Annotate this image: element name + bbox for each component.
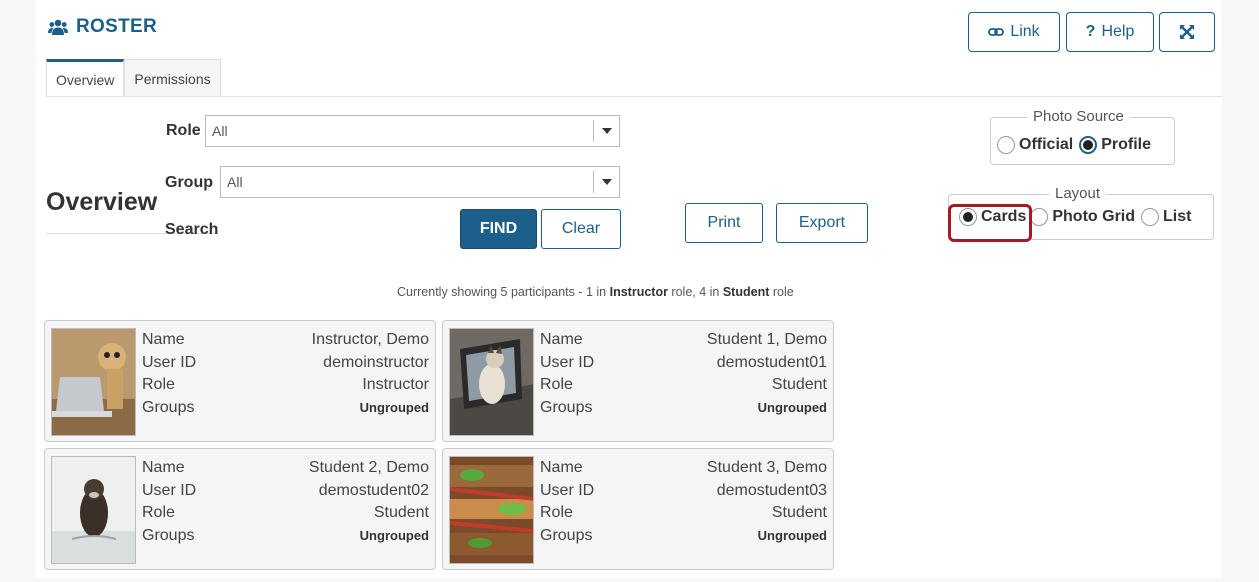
user-id-label: User ID bbox=[540, 353, 595, 371]
groups-label: Groups bbox=[142, 398, 195, 416]
participant-user-id: demostudent01 bbox=[716, 353, 827, 371]
participant-photo bbox=[51, 456, 136, 564]
export-button[interactable]: Export bbox=[776, 203, 868, 243]
help-button-label: Help bbox=[1101, 23, 1135, 40]
search-input[interactable] bbox=[225, 213, 455, 245]
group-select-value: All bbox=[227, 174, 243, 190]
participant-groups: Ungrouped bbox=[757, 527, 827, 543]
roster-tool: ROSTER Link ? Help Overview Permissions … bbox=[36, 0, 1222, 578]
layout-legend: Layout bbox=[1049, 185, 1107, 202]
participant-name: Instructor, Demo bbox=[311, 331, 429, 348]
participant-groups: Ungrouped bbox=[359, 399, 429, 415]
participant-card[interactable]: Name Student 3, Demo User ID demostudent03… bbox=[442, 448, 834, 570]
name-label: Name bbox=[142, 331, 185, 348]
participant-card[interactable]: Name Student 1, Demo User ID demostudent01… bbox=[442, 320, 834, 442]
link-icon bbox=[988, 28, 1005, 36]
groups-label: Groups bbox=[540, 526, 593, 544]
radio-profile-label: Profile bbox=[1101, 136, 1152, 153]
photo-source-options: Official Profile bbox=[997, 136, 1151, 154]
status-prefix: Currently showing 5 participants - 1 in bbox=[397, 285, 610, 299]
radio-list-label: List bbox=[1163, 208, 1192, 225]
participant-user-id: demoinstructor bbox=[323, 353, 429, 371]
role-field-label: Role bbox=[540, 376, 573, 393]
tab-divider bbox=[46, 96, 1222, 97]
user-id-label: User ID bbox=[142, 353, 197, 371]
expand-button[interactable] bbox=[1159, 12, 1215, 52]
group-select[interactable]: All bbox=[220, 166, 620, 198]
page-heading: Overview bbox=[46, 188, 158, 216]
participant-fields: Name Student 3, Demo User ID demostudent03… bbox=[540, 457, 827, 547]
participant-role: Student bbox=[771, 376, 827, 393]
caret-down-icon bbox=[593, 120, 619, 142]
participant-role: Instructor bbox=[362, 376, 429, 393]
users-icon bbox=[48, 19, 68, 35]
tool-title: ROSTER bbox=[48, 16, 157, 38]
role-field-label: Role bbox=[142, 504, 175, 521]
radio-official-label: Official bbox=[1019, 136, 1074, 153]
photo-source-group: Photo Source Official Profile bbox=[990, 108, 1175, 165]
participant-name: Student 2, Demo bbox=[308, 459, 429, 476]
participant-photo bbox=[51, 328, 136, 436]
participants-status: Currently showing 5 participants - 1 in … bbox=[397, 285, 794, 299]
print-button[interactable]: Print bbox=[685, 203, 763, 243]
photo-source-legend: Photo Source bbox=[1027, 108, 1130, 125]
status-role-instructor: Instructor bbox=[609, 285, 668, 299]
user-id-label: User ID bbox=[142, 481, 197, 499]
find-button[interactable]: FIND bbox=[460, 209, 537, 249]
radio-profile[interactable] bbox=[1079, 136, 1098, 154]
clear-button[interactable]: Clear bbox=[541, 209, 621, 249]
role-select[interactable]: All bbox=[205, 115, 620, 147]
role-select-value: All bbox=[212, 123, 228, 139]
participant-groups: Ungrouped bbox=[757, 399, 827, 415]
role-label: Role bbox=[166, 122, 201, 139]
cards-highlight-annotation bbox=[948, 204, 1032, 242]
participant-name: Student 3, Demo bbox=[706, 459, 827, 476]
participant-photo bbox=[449, 328, 534, 436]
participant-photo bbox=[449, 456, 534, 564]
user-id-label: User ID bbox=[540, 481, 595, 499]
groups-label: Groups bbox=[142, 526, 195, 544]
help-button[interactable]: ? Help bbox=[1066, 12, 1154, 52]
radio-official[interactable] bbox=[997, 136, 1015, 154]
status-mid: role, 4 in bbox=[667, 285, 723, 299]
participant-user-id: demostudent02 bbox=[318, 481, 429, 499]
name-label: Name bbox=[142, 459, 185, 476]
tab-bar: Overview Permissions bbox=[46, 59, 221, 97]
role-field-label: Role bbox=[142, 376, 175, 393]
link-button[interactable]: Link bbox=[968, 12, 1060, 52]
tab-permissions[interactable]: Permissions bbox=[124, 59, 221, 97]
participant-groups: Ungrouped bbox=[359, 527, 429, 543]
participant-fields: Name Student 2, Demo User ID demostudent02… bbox=[142, 457, 429, 547]
group-label: Group bbox=[165, 174, 213, 191]
groups-label: Groups bbox=[540, 398, 593, 416]
radio-photo-grid[interactable] bbox=[1030, 208, 1049, 226]
participant-role: Student bbox=[373, 504, 429, 521]
radio-list[interactable] bbox=[1141, 208, 1160, 226]
question-icon: ? bbox=[1085, 23, 1096, 40]
participant-fields: Name Student 1, Demo User ID demostudent01… bbox=[540, 329, 827, 419]
participant-role: Student bbox=[771, 504, 827, 521]
participant-card[interactable]: Name Instructor, Demo User ID demoinstruct… bbox=[44, 320, 436, 442]
status-suffix: role bbox=[769, 285, 794, 299]
participant-card[interactable]: Name Student 2, Demo User ID demostudent02… bbox=[44, 448, 436, 570]
participant-name: Student 1, Demo bbox=[706, 331, 827, 348]
expand-icon bbox=[1180, 25, 1194, 39]
caret-down-icon bbox=[593, 171, 619, 193]
status-role-student: Student bbox=[722, 285, 770, 299]
role-field-label: Role bbox=[540, 504, 573, 521]
name-label: Name bbox=[540, 459, 583, 476]
radio-photo-grid-label: Photo Grid bbox=[1052, 208, 1136, 225]
tool-title-text: ROSTER bbox=[76, 16, 157, 37]
search-label: Search bbox=[165, 221, 219, 238]
tab-overview[interactable]: Overview bbox=[46, 59, 125, 97]
participant-user-id: demostudent03 bbox=[716, 481, 827, 499]
participant-fields: Name Instructor, Demo User ID demoinstruct… bbox=[142, 329, 429, 419]
link-button-label: Link bbox=[1010, 23, 1040, 40]
name-label: Name bbox=[540, 331, 583, 348]
